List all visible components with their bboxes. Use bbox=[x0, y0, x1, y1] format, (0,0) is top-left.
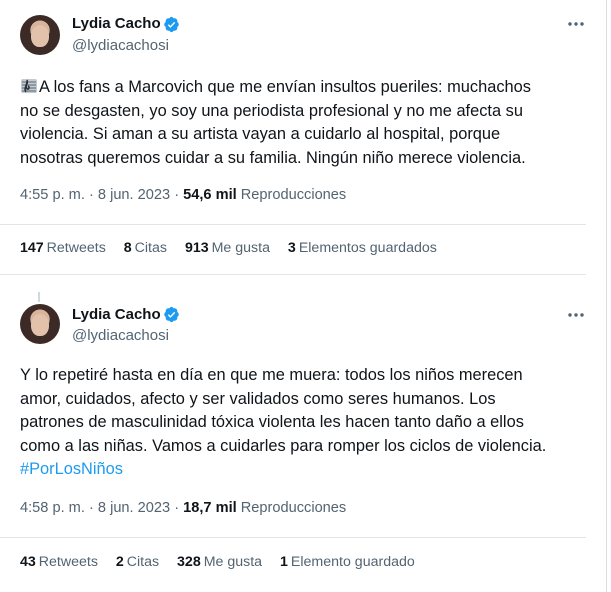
divider bbox=[0, 274, 586, 275]
timeline-border bbox=[606, 0, 607, 592]
author-handle[interactable]: @lydiacachosi bbox=[72, 37, 169, 54]
tweet-stats: 147 Retweets 8 Citas 913 Me gusta 3 Elemento… bbox=[20, 240, 451, 256]
more-options-icon[interactable] bbox=[566, 14, 586, 34]
tweet-text-line: como a las niñas. Vamos a cuidarles para… bbox=[20, 436, 547, 455]
divider bbox=[0, 224, 586, 225]
tweet-text: A los fans a Marcovich que me envían ins… bbox=[20, 76, 590, 170]
retweets-stat[interactable]: 147 Retweets bbox=[20, 240, 106, 256]
avatar[interactable] bbox=[20, 304, 60, 344]
quotes-stat[interactable]: 8 Citas bbox=[124, 240, 167, 256]
quotes-label: Citas bbox=[134, 240, 167, 256]
like-count: 328 bbox=[177, 554, 201, 570]
divider bbox=[0, 537, 586, 538]
quotes-label: Citas bbox=[126, 554, 160, 570]
likes-stat[interactable]: 328 Me gusta bbox=[177, 554, 262, 570]
more-options-icon[interactable] bbox=[566, 305, 586, 325]
tweet-metadata: 4:55 p. m. · 8 jun. 2023 · 54,6 mil Repr… bbox=[20, 187, 346, 203]
separator-dot: · bbox=[174, 500, 180, 516]
tweet-text: Y lo repetiré hasta en día en que me mue… bbox=[20, 364, 590, 482]
retweets-label: Retweets bbox=[46, 240, 106, 256]
tweet-time[interactable]: 4:58 p. m. bbox=[20, 500, 85, 516]
verified-badge-icon bbox=[164, 16, 179, 33]
tweet-time[interactable]: 4:55 p. m. bbox=[20, 187, 85, 203]
quotes-stat[interactable]: 2 Citas bbox=[116, 554, 159, 570]
bookmark-count: 1 bbox=[280, 554, 288, 570]
tweet-text-line: A los fans a Marcovich que me envían ins… bbox=[39, 78, 531, 96]
retweets-label: Retweets bbox=[38, 554, 98, 570]
tweet-text-line: amor, cuidados, afecto y ser validados c… bbox=[20, 389, 496, 408]
view-count: 54,6 mil bbox=[183, 187, 237, 203]
thread-connector bbox=[38, 292, 40, 302]
tweet-text-line: nosotras queremos cuidar a su familia. N… bbox=[20, 148, 526, 167]
avatar[interactable] bbox=[20, 15, 60, 55]
musical-score-emoji-icon bbox=[21, 79, 37, 93]
quote-count: 2 bbox=[115, 554, 124, 570]
separator-dot: · bbox=[174, 187, 180, 203]
hashtag-link[interactable]: #PorLosNiños bbox=[20, 458, 590, 482]
bookmarks-label: Elementos guardados bbox=[298, 240, 437, 256]
likes-stat[interactable]: 913 Me gusta bbox=[185, 240, 270, 256]
tweet-text-line: Y lo repetiré hasta en día en que me mue… bbox=[20, 366, 523, 384]
view-count: 18,7 mil bbox=[183, 500, 237, 516]
tweet-metadata: 4:58 p. m. · 8 jun. 2023 · 18,7 mil Repr… bbox=[20, 500, 346, 516]
retweet-count: 147 bbox=[20, 240, 44, 256]
separator-dot: · bbox=[88, 500, 94, 516]
tweet[interactable]: Lydia Cacho @lydiacachosi A los fans a M… bbox=[0, 0, 600, 296]
tweet-date[interactable]: 8 jun. 2023 bbox=[98, 500, 170, 516]
like-count: 913 bbox=[184, 240, 209, 256]
quote-count: 8 bbox=[123, 240, 132, 256]
separator-dot: · bbox=[88, 187, 94, 203]
likes-label: Me gusta bbox=[203, 554, 263, 570]
verified-badge-icon bbox=[164, 306, 179, 323]
tweet-stats: 43 Retweets 2 Citas 328 Me gusta 1 Elemento … bbox=[20, 554, 429, 570]
likes-label: Me gusta bbox=[211, 240, 270, 256]
bookmark-count: 3 bbox=[287, 240, 296, 256]
author-handle[interactable]: @lydiacachosi bbox=[72, 327, 169, 344]
author-name[interactable]: Lydia Cacho bbox=[72, 15, 161, 32]
author-name[interactable]: Lydia Cacho bbox=[72, 306, 161, 323]
bookmarks-label: Elemento guardado bbox=[290, 554, 415, 570]
view-label: Reproducciones bbox=[240, 187, 347, 203]
tweet[interactable]: Lydia Cacho @lydiacachosi Y lo repetiré … bbox=[0, 292, 600, 592]
retweet-count: 43 bbox=[20, 554, 36, 570]
retweets-stat[interactable]: 43 Retweets bbox=[20, 554, 98, 570]
tweet-text-line: patrones de masculinidad tóxica violenta… bbox=[20, 413, 524, 432]
bookmarks-stat[interactable]: 1 Elemento guardado bbox=[280, 554, 415, 570]
bookmarks-stat[interactable]: 3 Elementos guardados bbox=[288, 240, 437, 256]
tweet-text-line: violencia. Si aman a su artista vayan a … bbox=[20, 125, 501, 144]
tweet-date[interactable]: 8 jun. 2023 bbox=[98, 187, 170, 203]
tweet-text-line: no se desgasten, yo soy una periodista p… bbox=[20, 101, 523, 120]
view-label: Reproducciones bbox=[240, 500, 347, 516]
